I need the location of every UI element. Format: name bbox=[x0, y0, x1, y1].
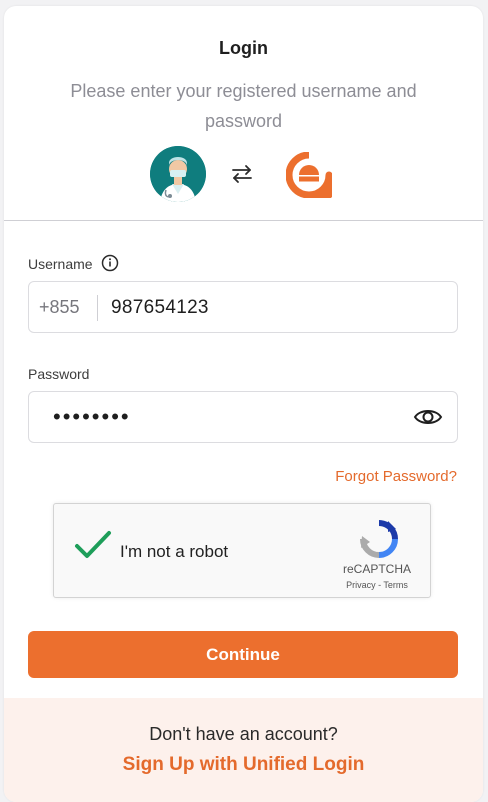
password-value: •••••••• bbox=[53, 404, 131, 429]
prefix-separator bbox=[97, 295, 98, 321]
login-card: Login Please enter your registered usern… bbox=[4, 6, 483, 802]
not-a-robot-label: I'm not a robot bbox=[120, 542, 229, 561]
continue-button[interactable]: Continue bbox=[28, 631, 458, 678]
brand-e-logo-icon bbox=[285, 151, 333, 199]
info-icon[interactable] bbox=[101, 254, 119, 272]
recaptcha-widget: I'm not a robot reCAPTCHA Privacy - Term… bbox=[53, 503, 431, 598]
username-label: Username bbox=[28, 256, 93, 272]
recaptcha-logo-icon bbox=[358, 518, 400, 560]
username-field[interactable]: +855 987654123 bbox=[28, 281, 458, 333]
doctor-avatar-icon bbox=[150, 146, 206, 202]
password-label: Password bbox=[28, 366, 90, 382]
username-value: 987654123 bbox=[111, 297, 209, 318]
swap-arrows-icon bbox=[230, 162, 254, 186]
recaptcha-brand-label: reCAPTCHA bbox=[342, 562, 411, 576]
signup-link[interactable]: Sign Up with Unified Login bbox=[4, 754, 483, 776]
country-code-prefix: +855 bbox=[39, 297, 80, 317]
page-subtitle: Please enter your registered username an… bbox=[70, 81, 417, 131]
eye-icon[interactable] bbox=[413, 406, 443, 428]
forgot-password-link[interactable]: Forgot Password? bbox=[335, 468, 457, 485]
page-title: Login bbox=[219, 38, 268, 58]
header-divider bbox=[4, 220, 483, 221]
password-field[interactable]: •••••••• bbox=[28, 391, 458, 443]
no-account-prompt: Don't have an account? bbox=[149, 724, 338, 744]
signup-footer: Don't have an account? Sign Up with Unif… bbox=[4, 698, 483, 802]
checkmark-icon[interactable] bbox=[74, 530, 112, 560]
recaptcha-privacy-terms[interactable]: Privacy - Terms bbox=[332, 580, 422, 590]
